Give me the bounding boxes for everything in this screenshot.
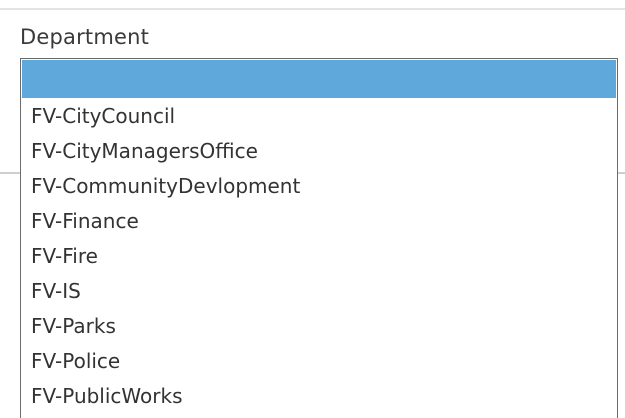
dropdown-option-publicworks[interactable]: FV-PublicWorks: [21, 379, 617, 414]
top-divider: [0, 8, 625, 10]
department-dropdown-list[interactable]: FV-CityCouncil FV-CityManagersOffice FV-…: [20, 58, 618, 418]
dropdown-option-police[interactable]: FV-Police: [21, 344, 617, 379]
dropdown-option-is[interactable]: FV-IS: [21, 274, 617, 309]
dropdown-option-citymanagersoffice[interactable]: FV-CityManagersOffice: [21, 134, 617, 169]
dropdown-option-blank[interactable]: [22, 60, 616, 98]
dropdown-option-citycouncil[interactable]: FV-CityCouncil: [21, 99, 617, 134]
screenshot-canvas: Department FV-CityCouncil FV-CityManager…: [0, 0, 625, 418]
background-divider-left: [0, 172, 22, 174]
department-label: Department: [20, 25, 150, 49]
dropdown-option-finance[interactable]: FV-Finance: [21, 204, 617, 239]
dropdown-option-communitydevlopment[interactable]: FV-CommunityDevlopment: [21, 169, 617, 204]
dropdown-option-parks[interactable]: FV-Parks: [21, 309, 617, 344]
dropdown-option-fire[interactable]: FV-Fire: [21, 239, 617, 274]
